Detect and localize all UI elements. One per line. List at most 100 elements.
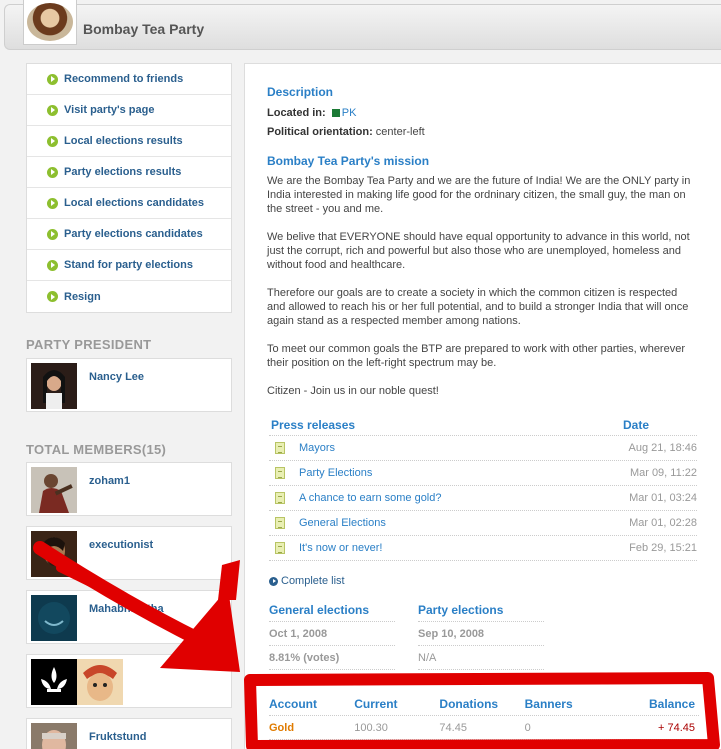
press-date-header: Date <box>623 417 650 432</box>
general-elections-title: General elections <box>269 602 370 617</box>
member-card[interactable] <box>26 654 232 708</box>
party-title: Bombay Tea Party <box>83 21 205 37</box>
menu-resign[interactable]: Resign <box>27 281 231 312</box>
political-orientation: Political orientation: center-left <box>267 125 425 139</box>
general-elections-date: Oct 1, 2008 <box>269 627 328 640</box>
banners-header: Banners <box>524 696 573 711</box>
member-card[interactable]: executionist <box>26 526 232 580</box>
member-name[interactable]: Fruktstund <box>89 731 146 743</box>
press-release-row[interactable]: A chance to earn some gold? Mar 01, 03:24 <box>269 486 697 511</box>
party-avatar[interactable] <box>23 0 77 45</box>
menu-party-results[interactable]: Party elections results <box>27 157 231 188</box>
account-current: 100.30 <box>354 721 388 734</box>
member-avatar[interactable] <box>31 467 77 513</box>
member-name[interactable]: Mahabharatha <box>89 603 164 615</box>
document-icon <box>275 492 285 504</box>
press-release-row[interactable]: It's now or never! Feb 29, 15:21 <box>269 536 697 561</box>
press-releases-header: Press releases Date <box>269 414 697 436</box>
member-name[interactable]: zoham1 <box>89 475 130 487</box>
press-release-link[interactable]: A chance to earn some gold? <box>299 492 621 504</box>
located-label: Located in: <box>267 107 326 119</box>
president-card[interactable]: Nancy Lee <box>26 358 232 412</box>
current-header: Current <box>354 696 398 711</box>
member-card[interactable]: Mahabharatha <box>26 590 232 644</box>
mission-paragraph: We belive that EVERYONE should have equa… <box>267 231 690 271</box>
arrow-bullet-icon <box>47 166 58 178</box>
menu-stand-elections[interactable]: Stand for party elections <box>27 250 231 281</box>
member-avatar[interactable] <box>31 723 77 749</box>
party-details-panel: Description Located in: PK Political ori… <box>244 63 721 749</box>
member-avatar[interactable] <box>31 531 77 577</box>
press-release-link[interactable]: Party Elections <box>299 467 621 479</box>
pakistan-flag-icon <box>328 109 340 118</box>
account-header-row: Account Current Donations Banners Balanc… <box>269 692 699 716</box>
arrow-bullet-icon <box>47 228 58 240</box>
president-section-title: PARTY PRESIDENT <box>26 337 152 352</box>
press-release-date: Aug 21, 18:46 <box>628 442 697 454</box>
account-gold: Gold <box>269 721 295 734</box>
menu-local-results[interactable]: Local elections results <box>27 126 231 157</box>
press-release-date: Feb 29, 15:21 <box>629 542 697 554</box>
press-release-date: Mar 09, 11:22 <box>629 467 697 479</box>
mission-paragraph: Therefore our goals are to create a soci… <box>267 287 689 327</box>
president-name[interactable]: Nancy Lee <box>89 371 144 383</box>
account-table: Account Current Donations Banners Balanc… <box>269 692 699 740</box>
arrow-bullet-icon <box>47 197 58 209</box>
account-balance: + 74.45 <box>658 721 696 734</box>
members-section-title: TOTAL MEMBERS(15) <box>26 442 167 457</box>
complete-list-label: Complete list <box>281 575 345 587</box>
account-donations: 74.45 <box>439 721 467 734</box>
orientation-label: Political orientation: <box>267 126 373 138</box>
arrow-bullet-icon <box>47 104 58 116</box>
account-row-gold: Gold 100.30 74.45 0 + 74.45 <box>269 716 699 740</box>
menu-local-candidates[interactable]: Local elections candidates <box>27 188 231 219</box>
account-header: Account <box>269 696 317 711</box>
general-elections: General elections Oct 1, 2008 8.81% (vot… <box>269 598 395 670</box>
member-card[interactable]: zoham1 <box>26 462 232 516</box>
mission-title: Bombay Tea Party's mission <box>267 154 430 168</box>
mission-paragraph: We are the Bombay Tea Party and we are t… <box>267 175 691 215</box>
document-icon <box>275 517 285 529</box>
located-in: Located in: PK <box>267 107 356 119</box>
document-icon <box>275 542 285 554</box>
party-header: Bombay Tea Party <box>4 0 721 50</box>
party-elections-date: Sep 10, 2008 <box>418 627 485 640</box>
member-avatar[interactable] <box>77 659 123 705</box>
menu-visit-page[interactable]: Visit party's page <box>27 95 231 126</box>
press-release-date: Mar 01, 02:28 <box>629 517 697 529</box>
member-avatar[interactable] <box>31 659 77 705</box>
member-card[interactable]: Fruktstund <box>26 718 232 749</box>
press-release-row[interactable]: Party Elections Mar 09, 11:22 <box>269 461 697 486</box>
arrow-bullet-icon <box>47 135 58 147</box>
account-banners: 0 <box>524 721 531 734</box>
description-title: Description <box>267 85 334 99</box>
press-release-link[interactable]: It's now or never! <box>299 542 621 554</box>
document-icon <box>275 467 285 479</box>
orientation-value: center-left <box>375 126 425 138</box>
donations-header: Donations <box>439 696 499 711</box>
menu-recommend[interactable]: Recommend to friends <box>27 64 231 95</box>
press-releases-title: Press releases <box>271 417 356 432</box>
member-name[interactable]: executionist <box>89 539 153 551</box>
party-elections-title: Party elections <box>418 602 504 617</box>
party-elections: Party elections Sep 10, 2008 N/A <box>418 598 544 670</box>
party-menu: Recommend to friends Visit party's page … <box>26 63 232 313</box>
press-release-row[interactable]: Mayors Aug 21, 18:46 <box>269 436 697 461</box>
arrow-circle-icon <box>269 576 278 586</box>
party-logo <box>27 3 73 41</box>
balance-header: Balance <box>648 696 696 711</box>
complete-list-link[interactable]: Complete list <box>269 575 345 587</box>
arrow-bullet-icon <box>47 73 58 85</box>
press-release-date: Mar 01, 03:24 <box>629 492 697 504</box>
mission-paragraph: Citizen - Join us in our noble quest! <box>267 385 439 397</box>
menu-party-candidates[interactable]: Party elections candidates <box>27 219 231 250</box>
mission-paragraph: To meet our common goals the BTP are pre… <box>267 343 685 369</box>
president-avatar[interactable] <box>31 363 77 409</box>
press-release-link[interactable]: Mayors <box>299 442 621 454</box>
general-elections-votes: 8.81% (votes) <box>269 651 340 664</box>
member-avatar[interactable] <box>31 595 77 641</box>
party-elections-votes: N/A <box>418 651 437 664</box>
located-value[interactable]: PK <box>342 107 357 119</box>
press-release-row[interactable]: General Elections Mar 01, 02:28 <box>269 511 697 536</box>
press-release-link[interactable]: General Elections <box>299 517 621 529</box>
